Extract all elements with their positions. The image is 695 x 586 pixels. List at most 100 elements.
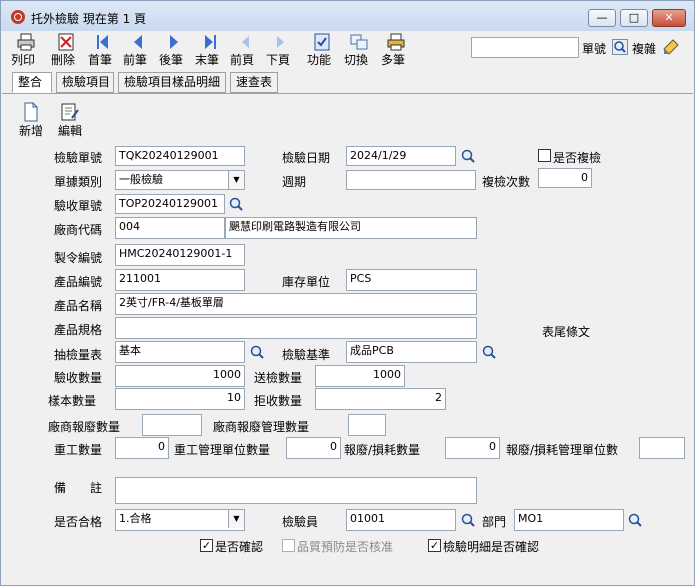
print-button[interactable]: 列印: [11, 33, 41, 71]
first-record-button[interactable]: 首筆: [88, 33, 118, 71]
product-spec-field[interactable]: [115, 317, 477, 339]
order-no-label: 單號: [582, 42, 607, 56]
sent-qty-field[interactable]: 1000: [315, 365, 405, 387]
close-button[interactable]: ✕: [652, 9, 686, 27]
reinspect-count-label: 複檢次數: [482, 175, 531, 189]
pass-select[interactable]: 1.合格 ▼: [115, 509, 245, 531]
prev-page-label: 前頁: [230, 53, 255, 67]
edit-icon: [61, 103, 79, 121]
sampling-table-lookup-icon[interactable]: [249, 344, 265, 360]
main-window: 托外檢驗 現在第 1 頁 — □ ✕ 列印 刪除 首筆 前筆 後筆 末筆 前頁 …: [0, 0, 695, 586]
new-button[interactable]: 新增: [17, 102, 45, 142]
inspection-standard-label: 檢驗基準: [282, 348, 331, 362]
confirmed-checkbox[interactable]: ✓: [200, 539, 213, 552]
stock-unit-label: 庫存單位: [282, 275, 331, 289]
inspector-field[interactable]: 01001: [346, 509, 456, 531]
rework-qty-field[interactable]: 0: [115, 437, 169, 459]
vendor-name-field[interactable]: 颶慧印刷電路製造有限公司: [225, 217, 477, 239]
rework-qty-label: 重工數量: [54, 443, 103, 457]
qa-prevention-label: 品質預防是否核准: [297, 540, 394, 554]
order-search-input[interactable]: [471, 37, 579, 58]
detail-confirmed-checkbox[interactable]: ✓: [428, 539, 441, 552]
next-page-icon: [277, 36, 284, 48]
product-name-field[interactable]: 2英寸/FR-4/基板單層: [115, 293, 477, 315]
rework-mgmt-qty-field[interactable]: 0: [286, 437, 341, 459]
minimize-button[interactable]: —: [588, 9, 616, 27]
inspection-standard-field[interactable]: 成品PCB: [346, 341, 477, 363]
inspection-standard-lookup-icon[interactable]: [481, 344, 497, 360]
last-record-label: 末筆: [195, 53, 220, 67]
app-icon: [11, 10, 25, 24]
copy-icon[interactable]: [661, 37, 681, 57]
search-icon[interactable]: [612, 39, 628, 55]
tab-inspection-items[interactable]: 檢驗項目: [56, 72, 114, 93]
prev-record-button[interactable]: 前筆: [123, 33, 153, 71]
reject-qty-field[interactable]: 2: [315, 388, 446, 410]
chevron-down-icon[interactable]: ▼: [228, 171, 244, 189]
edit-button[interactable]: 編輯: [55, 102, 85, 142]
multi-record-icon: [387, 33, 405, 51]
receipt-lookup-icon[interactable]: [228, 196, 244, 212]
inspector-lookup-icon[interactable]: [460, 512, 476, 528]
vendor-code-field[interactable]: 004: [115, 217, 225, 239]
doc-type-select[interactable]: 一般檢驗 ▼: [115, 170, 245, 190]
cycle-field[interactable]: [346, 170, 476, 190]
confirmed-label: 是否確認: [215, 540, 264, 554]
switch-button[interactable]: 切換: [344, 33, 374, 71]
sample-qty-label: 樣本數量: [48, 394, 97, 408]
main-toolbar: 列印 刪除 首筆 前筆 後筆 末筆 前頁 下頁 功能 切換 多筆 單號 複雜: [1, 31, 694, 71]
dept-lookup-icon[interactable]: [627, 512, 643, 528]
next-page-button[interactable]: 下頁: [266, 33, 296, 71]
next-record-button[interactable]: 後筆: [159, 33, 189, 71]
prev-record-icon: [134, 35, 142, 49]
maximize-button[interactable]: □: [620, 9, 648, 27]
delete-button[interactable]: 刪除: [51, 33, 81, 71]
inspection-date-field[interactable]: 2024/1/29: [346, 146, 456, 166]
sample-qty-field[interactable]: 10: [115, 388, 245, 410]
date-picker-icon[interactable]: [460, 148, 476, 164]
vendor-code-label: 廠商代碼: [54, 223, 103, 237]
edit-label: 編輯: [57, 124, 82, 138]
prev-page-button[interactable]: 前頁: [230, 33, 260, 71]
reinspect-count-field[interactable]: 0: [538, 168, 592, 188]
delete-label: 刪除: [51, 53, 76, 67]
remark-field[interactable]: [115, 477, 477, 504]
vendor-scrap-qty-field[interactable]: [142, 414, 202, 436]
cycle-label: 週期: [282, 175, 307, 189]
function-button[interactable]: 功能: [307, 33, 337, 71]
qa-prevention-checkbox[interactable]: [282, 539, 295, 552]
dept-field[interactable]: MO1: [514, 509, 624, 531]
receipt-no-field[interactable]: TOP20240129001: [115, 194, 225, 214]
chevron-down-icon[interactable]: ▼: [228, 510, 244, 528]
print-label: 列印: [11, 53, 36, 67]
sampling-table-field[interactable]: 基本: [115, 341, 245, 363]
scrap-loss-mgmt-qty-field[interactable]: [639, 437, 685, 459]
copy-label: 複雜: [632, 42, 657, 56]
multi-record-button[interactable]: 多筆: [381, 33, 411, 71]
receipt-qty-field[interactable]: 1000: [115, 365, 245, 387]
sent-qty-label: 送檢數量: [254, 371, 303, 385]
multi-record-label: 多筆: [381, 53, 406, 67]
scrap-loss-qty-field[interactable]: 0: [445, 437, 500, 459]
doc-type-label: 單據類別: [54, 175, 103, 189]
window-title: 托外檢驗 現在第 1 頁: [31, 12, 147, 26]
switch-label: 切換: [344, 53, 369, 67]
stock-unit-field[interactable]: PCS: [346, 269, 477, 291]
pass-label: 是否合格: [54, 515, 103, 529]
last-record-button[interactable]: 末筆: [195, 33, 225, 71]
product-no-field[interactable]: 211001: [115, 269, 245, 291]
reinspect-checkbox[interactable]: [538, 149, 551, 162]
function-icon: [314, 33, 330, 51]
first-record-icon: [97, 35, 108, 49]
mo-no-field[interactable]: HMC20240129001-1: [115, 244, 245, 266]
footer-terms-label[interactable]: 表尾條文: [542, 323, 590, 340]
tab-inspection-sample-details[interactable]: 檢驗項目樣品明細: [118, 72, 226, 93]
delete-icon: [58, 33, 74, 51]
vendor-scrap-mgmt-qty-field[interactable]: [348, 414, 386, 436]
tab-quick-lookup[interactable]: 速查表: [230, 72, 278, 93]
remark-label: 備 註: [54, 481, 103, 495]
pass-value: 1.合格: [119, 512, 152, 525]
inspection-no-field[interactable]: TQK20240129001: [115, 146, 245, 166]
mo-no-label: 製令編號: [54, 251, 103, 265]
tab-integrated[interactable]: 整合: [12, 72, 52, 93]
